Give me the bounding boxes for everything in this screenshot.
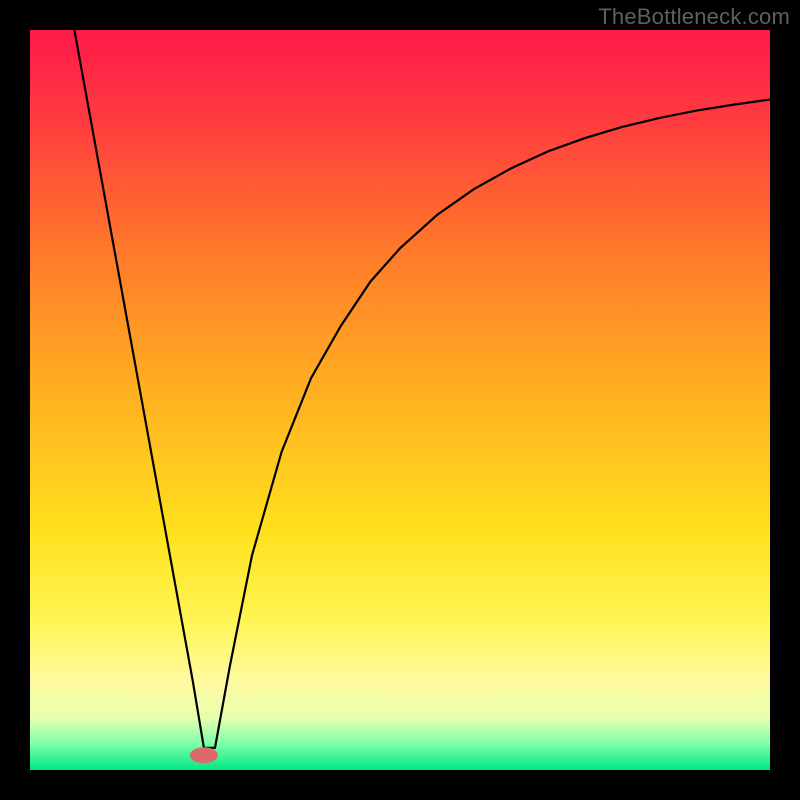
chart-frame: TheBottleneck.com [0,0,800,800]
optimal-point-marker [190,747,218,763]
bottleneck-chart [0,0,800,800]
